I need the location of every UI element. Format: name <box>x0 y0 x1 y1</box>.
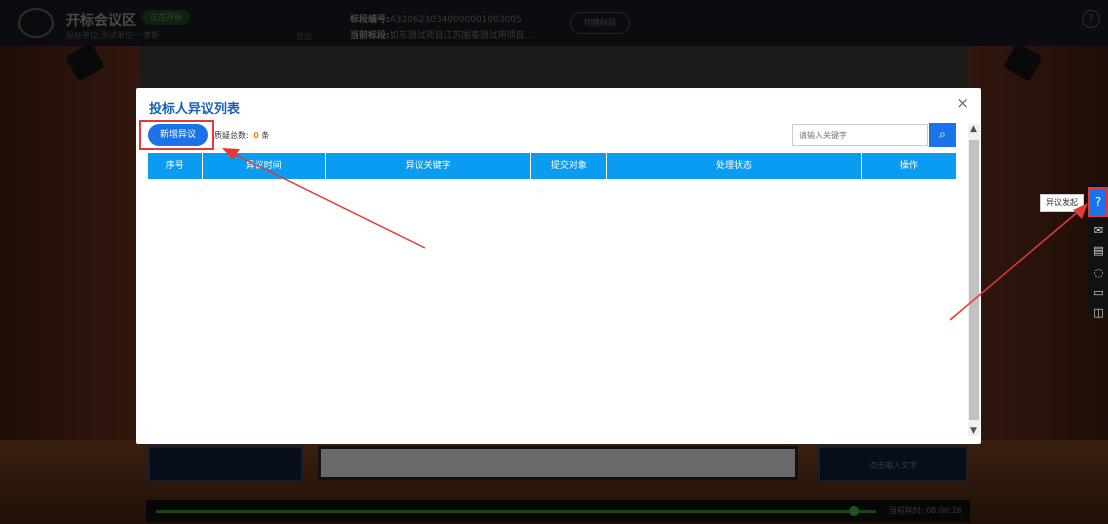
scroll-down-icon[interactable]: ▼ <box>970 426 977 436</box>
mail-icon[interactable]: ✉ <box>1092 224 1105 237</box>
objection-question-icon[interactable]: ? <box>1088 187 1108 217</box>
tooltip: 异议发起 <box>1040 194 1084 212</box>
total-unit: 条 <box>261 131 270 140</box>
total-label: 质疑总数: <box>214 131 249 140</box>
modal-title: 投标人异议列表 <box>149 102 241 117</box>
total-number: 0 <box>253 131 259 140</box>
column-header: 操作 <box>899 161 918 171</box>
scroll-thumb[interactable] <box>969 140 979 420</box>
scroll-up-icon[interactable]: ▲ <box>970 124 977 134</box>
column-header: 异议时间 <box>203 153 327 179</box>
column-header: 处理状态 <box>607 153 862 179</box>
scrollbar[interactable]: ▲ ▼ <box>968 124 980 436</box>
column-header: 提交对象 <box>531 153 608 179</box>
document-icon[interactable]: ▤ <box>1092 244 1105 257</box>
total-count: 质疑总数: 0 条 <box>214 130 269 141</box>
message-icon[interactable]: ▭ <box>1092 286 1105 299</box>
book-icon[interactable]: ◫ <box>1092 306 1105 319</box>
question-icon: ? <box>1094 195 1102 209</box>
chat-icon[interactable]: ◌ <box>1092 266 1105 279</box>
add-objection-button[interactable]: 新增异议 <box>148 124 208 146</box>
column-header: 异议关键字 <box>326 153 532 179</box>
close-icon[interactable]: × <box>956 94 969 112</box>
search-icon[interactable]: ⌕ <box>929 123 956 147</box>
column-header: 序号 <box>148 153 203 179</box>
search-input[interactable] <box>792 124 928 146</box>
table-header: 序号 异议时间 异议关键字 提交对象 处理状态 操作 <box>148 153 956 179</box>
objection-list-modal: 投标人异议列表 × 新增异议 质疑总数: 0 条 ⌕ 序号 异议时间 异议关键字… <box>136 88 981 444</box>
